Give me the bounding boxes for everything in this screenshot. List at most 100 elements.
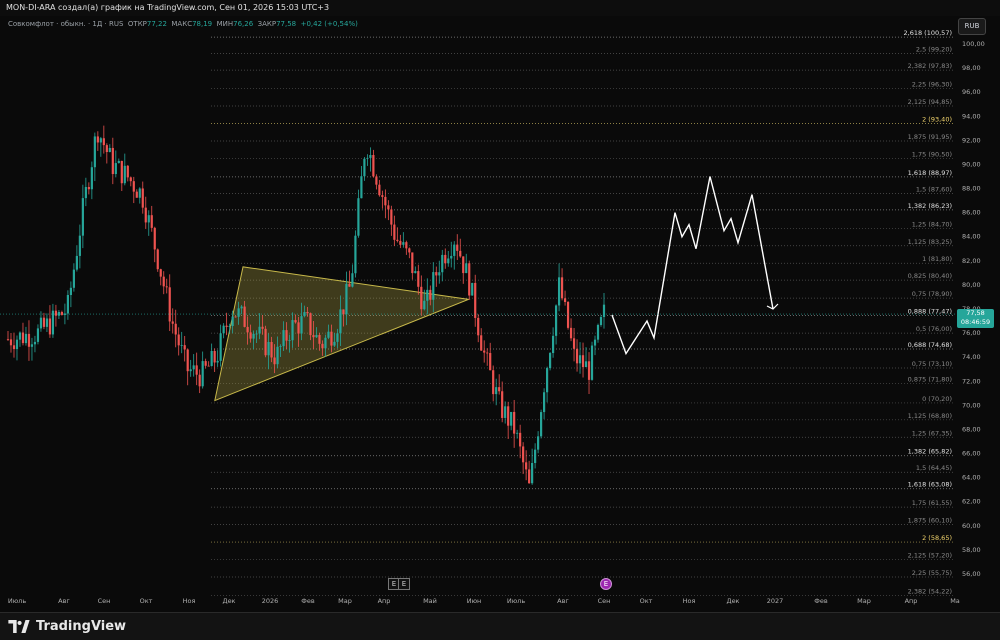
candle-body bbox=[354, 235, 357, 274]
fib-label: 2,125 (57,20) bbox=[908, 552, 952, 560]
x-tick-label: Ноя bbox=[183, 597, 196, 605]
candle-body bbox=[456, 244, 459, 251]
candle-body bbox=[33, 341, 37, 345]
candle-body bbox=[450, 255, 453, 259]
fib-label: 1,382 (65,82) bbox=[908, 448, 952, 456]
candle-body bbox=[69, 287, 72, 296]
candle-body bbox=[578, 355, 582, 364]
candle-body bbox=[144, 207, 147, 223]
candle-body bbox=[120, 160, 123, 184]
y-tick-label: 70,00 bbox=[962, 401, 981, 409]
candle-body bbox=[420, 286, 423, 310]
candle-body bbox=[12, 345, 16, 350]
candle-body bbox=[210, 350, 213, 367]
fib-label: 2,5 (99,20) bbox=[916, 46, 952, 54]
candle-body bbox=[402, 242, 405, 245]
candle-body bbox=[519, 432, 522, 447]
candle-body bbox=[372, 154, 375, 177]
candle-body bbox=[222, 325, 225, 334]
event-button-earnings-2[interactable]: E bbox=[398, 578, 410, 590]
candle-body bbox=[321, 343, 324, 349]
candle-body bbox=[72, 269, 75, 288]
candle-body bbox=[545, 368, 549, 393]
candle-body bbox=[207, 365, 210, 367]
y-tick-label: 90,00 bbox=[962, 160, 981, 168]
price-chart[interactable]: 2,618 (100,57) 2,5 (99,20) 2,382 (97,83) 2,… bbox=[0, 16, 1000, 612]
y-tick-label: 68,00 bbox=[962, 425, 981, 433]
candle-body bbox=[390, 209, 393, 225]
candle-body bbox=[282, 330, 285, 347]
share-caption: MON-DI-ARA создал(а) график на TradingVi… bbox=[6, 3, 330, 12]
x-tick-label: Июль bbox=[8, 597, 26, 605]
candle-body bbox=[393, 224, 396, 240]
chart-area[interactable]: 2,618 (100,57) 2,5 (99,20) 2,382 (97,83) 2,… bbox=[0, 16, 1000, 612]
candle-body bbox=[78, 235, 81, 256]
candle-body bbox=[129, 177, 132, 182]
candle-body bbox=[297, 322, 300, 334]
candle-body bbox=[123, 165, 126, 184]
candle-body bbox=[45, 318, 49, 327]
tradingview-wordmark: TradingView bbox=[36, 619, 127, 634]
currency-button[interactable]: RUB bbox=[958, 18, 986, 35]
x-tick-label: Фев bbox=[301, 597, 315, 605]
candle-body bbox=[39, 317, 43, 329]
candle-body bbox=[333, 341, 336, 346]
candle-body bbox=[324, 337, 327, 349]
candle-body bbox=[180, 345, 183, 346]
candle-body bbox=[360, 176, 363, 199]
candle-body bbox=[96, 136, 99, 143]
candle-body bbox=[414, 271, 417, 274]
y-tick-label: 94,00 bbox=[962, 112, 981, 120]
candle-body bbox=[387, 205, 390, 210]
candle-body bbox=[198, 374, 201, 387]
x-tick-label: Май bbox=[423, 597, 437, 605]
event-button-earnings-3[interactable]: E bbox=[600, 578, 612, 590]
candle-body bbox=[489, 353, 492, 371]
fib-label: 1,618 (63,08) bbox=[908, 481, 952, 489]
candle-body bbox=[42, 317, 46, 327]
candle-body bbox=[486, 352, 489, 354]
candle-body bbox=[216, 360, 219, 363]
candle-body bbox=[501, 391, 504, 418]
candle-body bbox=[51, 310, 55, 335]
candle-body bbox=[228, 326, 231, 327]
candle-body bbox=[306, 312, 309, 314]
candle-body bbox=[270, 341, 273, 358]
candle-body bbox=[75, 255, 78, 270]
x-tick-label: Авг bbox=[557, 597, 569, 605]
candle-body bbox=[237, 308, 240, 317]
candle-body bbox=[408, 248, 411, 253]
x-tick-label: Апр bbox=[905, 597, 918, 605]
candle-body bbox=[336, 333, 339, 342]
x-tick-label: Дек bbox=[222, 597, 235, 605]
candle-body bbox=[252, 333, 255, 339]
candle-body bbox=[596, 324, 600, 340]
candle-body bbox=[147, 215, 150, 223]
candle-body bbox=[411, 252, 414, 274]
candle-body bbox=[204, 361, 207, 366]
candle-body bbox=[84, 187, 87, 199]
candle-body bbox=[423, 300, 426, 310]
fib-label: 2 (58,65) bbox=[922, 534, 952, 542]
y-tick-label: 66,00 bbox=[962, 450, 981, 458]
candle-body bbox=[189, 369, 192, 372]
candle-body bbox=[201, 361, 204, 387]
candle-body bbox=[165, 286, 168, 288]
fib-label: 0,75 (73,10) bbox=[912, 360, 952, 368]
candle-body bbox=[21, 332, 25, 344]
candle-body bbox=[315, 334, 318, 338]
candle-body bbox=[548, 353, 552, 369]
candle-body bbox=[174, 323, 177, 335]
candle-body bbox=[563, 298, 567, 303]
candle-body bbox=[572, 338, 576, 349]
close-value: 77,58 bbox=[276, 20, 297, 28]
y-tick-label: 98,00 bbox=[962, 64, 981, 72]
tradingview-logo[interactable]: TradingView bbox=[8, 619, 126, 634]
symbol-info: Совкомфлот · обыкн. · 1Д · RUS bbox=[8, 20, 124, 28]
candle-body bbox=[48, 318, 52, 335]
candle-body bbox=[18, 332, 22, 340]
candle-body bbox=[234, 316, 237, 318]
candle-body bbox=[429, 289, 432, 300]
candle-body bbox=[468, 263, 471, 296]
candle-body bbox=[417, 271, 420, 287]
